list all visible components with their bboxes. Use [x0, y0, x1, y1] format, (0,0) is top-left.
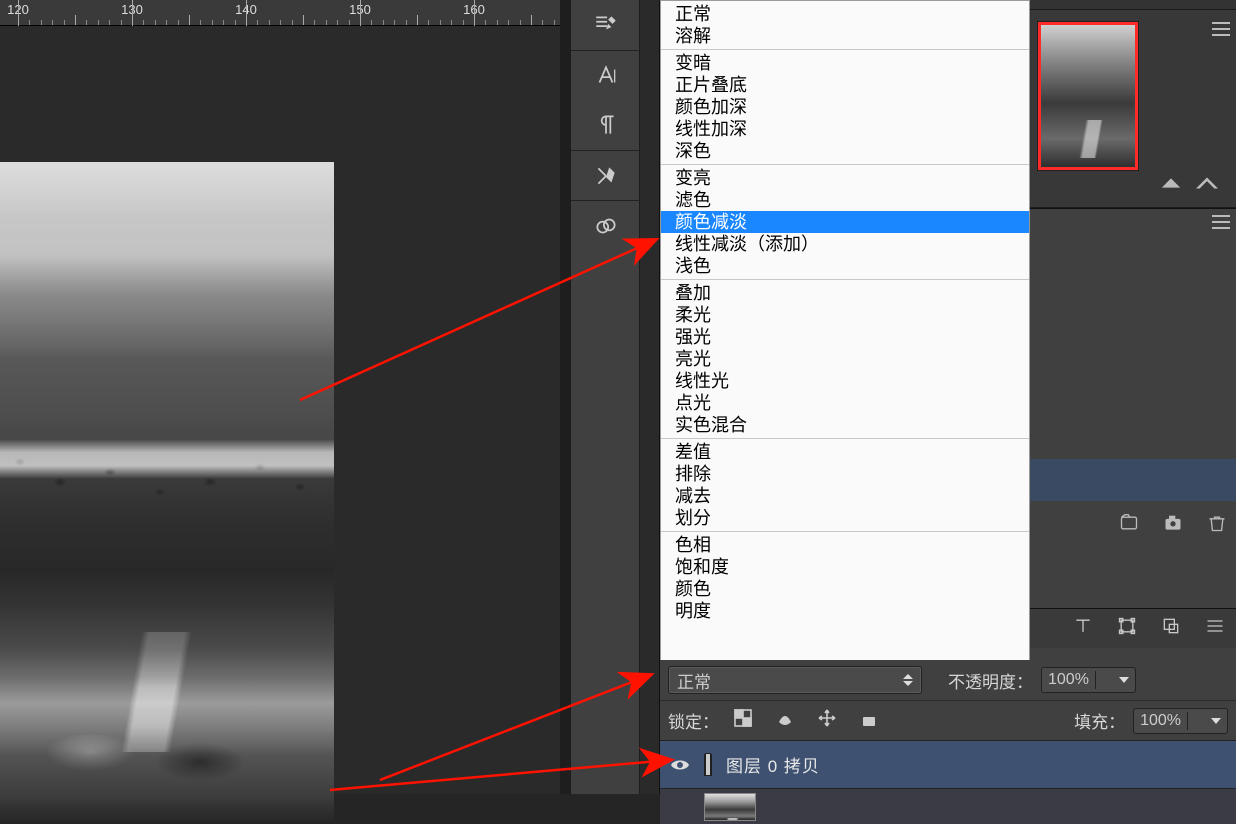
panel-menu-icon[interactable]: [1212, 215, 1230, 229]
blend-mode-option[interactable]: 颜色: [661, 578, 1029, 600]
blend-mode-option[interactable]: 浅色: [661, 255, 1029, 277]
blend-mode-option[interactable]: 差值: [661, 441, 1029, 463]
layer-row[interactable]: 图层 0 拷贝: [660, 740, 1236, 788]
lock-paint-icon[interactable]: [775, 708, 795, 733]
opacity-value: 100%: [1048, 671, 1089, 689]
blend-mode-option[interactable]: 强光: [661, 326, 1029, 348]
lock-position-icon[interactable]: [817, 708, 837, 733]
vertical-toolbar: [570, 0, 640, 794]
document-image: [0, 162, 334, 822]
blend-mode-option[interactable]: 叠加: [661, 282, 1029, 304]
chevron-down-icon: [1187, 712, 1201, 730]
layer-thumbnail[interactable]: [704, 754, 712, 776]
shape-icon[interactable]: [1160, 616, 1182, 641]
chevron-down-icon: [1095, 671, 1109, 689]
fill-label: 填充：: [1074, 708, 1125, 733]
layer-row[interactable]: [660, 788, 1236, 824]
blend-mode-option[interactable]: 点光: [661, 392, 1029, 414]
character-panel-icon[interactable]: [571, 50, 641, 100]
blend-mode-option[interactable]: 亮光: [661, 348, 1029, 370]
zoom-out-icon[interactable]: [1160, 176, 1182, 195]
panel-menu-icon[interactable]: [1212, 22, 1230, 36]
layer-thumbnail[interactable]: [704, 793, 756, 821]
canvas-area[interactable]: [0, 26, 560, 794]
blend-mode-option[interactable]: 线性加深: [661, 118, 1029, 140]
brush-presets-icon[interactable]: [571, 0, 641, 50]
panel-grabber[interactable]: [1030, 0, 1236, 10]
zoom-in-icon[interactable]: [1196, 176, 1218, 195]
fill-input[interactable]: 100%: [1133, 708, 1228, 734]
paragraph-panel-icon[interactable]: [571, 100, 641, 150]
lock-all-icon[interactable]: [859, 708, 879, 733]
lock-transparency-icon[interactable]: [733, 708, 753, 733]
opacity-input[interactable]: 100%: [1041, 667, 1136, 693]
blend-mode-option[interactable]: 正片叠底: [661, 74, 1029, 96]
blend-mode-option[interactable]: 减去: [661, 485, 1029, 507]
blend-mode-option[interactable]: 划分: [661, 507, 1029, 529]
layers-panel: 正常 不透明度： 100% 锁定： 填充： 100% 图层 0 拷贝: [660, 660, 1236, 824]
chevron-down-icon: [1119, 677, 1129, 683]
transform-icon[interactable]: [1116, 616, 1138, 641]
blend-mode-value: 正常: [677, 668, 711, 693]
fill-value: 100%: [1140, 712, 1181, 730]
blend-mode-option[interactable]: 滤色: [661, 189, 1029, 211]
blend-mode-option[interactable]: 饱和度: [661, 556, 1029, 578]
blend-mode-option[interactable]: 溶解: [661, 25, 1029, 47]
blend-mode-option[interactable]: 色相: [661, 534, 1029, 556]
camera-icon[interactable]: [1162, 513, 1184, 538]
blend-mode-option[interactable]: 变暗: [661, 52, 1029, 74]
panel-gutter: [640, 0, 660, 794]
panel-menu-icon[interactable]: [1204, 616, 1226, 641]
blend-mode-option[interactable]: 实色混合: [661, 414, 1029, 436]
creative-cloud-icon[interactable]: [571, 200, 641, 250]
type-tool-icon[interactable]: [1072, 616, 1094, 641]
blend-mode-option[interactable]: 颜色加深: [661, 96, 1029, 118]
layer-name: 图层 0 拷贝: [726, 752, 820, 777]
visibility-toggle-icon[interactable]: [670, 758, 690, 772]
history-panel: [1030, 208, 1236, 548]
blend-mode-option[interactable]: 线性光: [661, 370, 1029, 392]
tools-settings-icon[interactable]: [571, 150, 641, 200]
chevron-down-icon: [1211, 718, 1221, 724]
history-active-row[interactable]: [1030, 459, 1236, 501]
opacity-label: 不透明度：: [948, 668, 1033, 693]
blend-mode-select[interactable]: 正常: [668, 666, 922, 694]
navigator-thumbnail[interactable]: [1038, 22, 1138, 170]
select-spinner-icon: [903, 674, 913, 686]
blend-mode-option[interactable]: 变亮: [661, 167, 1029, 189]
layers-panel-tabs-icons: [1030, 608, 1236, 648]
blend-mode-option[interactable]: 线性减淡（添加）: [661, 233, 1029, 255]
blend-mode-option[interactable]: 正常: [661, 3, 1029, 25]
blend-mode-dropdown-menu: 正常溶解变暗正片叠底颜色加深线性加深深色变亮滤色颜色减淡线性减淡（添加）浅色叠加…: [660, 0, 1030, 662]
lock-label: 锁定：: [668, 708, 719, 733]
horizontal-ruler: 120130140150160: [0, 0, 560, 26]
trash-icon[interactable]: [1206, 513, 1228, 538]
blend-mode-option[interactable]: 明度: [661, 600, 1029, 622]
panel-divider: [560, 0, 570, 794]
navigator-panel: [1030, 10, 1236, 208]
blend-mode-option[interactable]: 颜色减淡: [661, 211, 1029, 233]
new-snapshot-icon[interactable]: [1118, 513, 1140, 538]
blend-mode-option[interactable]: 排除: [661, 463, 1029, 485]
blend-mode-option[interactable]: 柔光: [661, 304, 1029, 326]
blend-mode-option[interactable]: 深色: [661, 140, 1029, 162]
